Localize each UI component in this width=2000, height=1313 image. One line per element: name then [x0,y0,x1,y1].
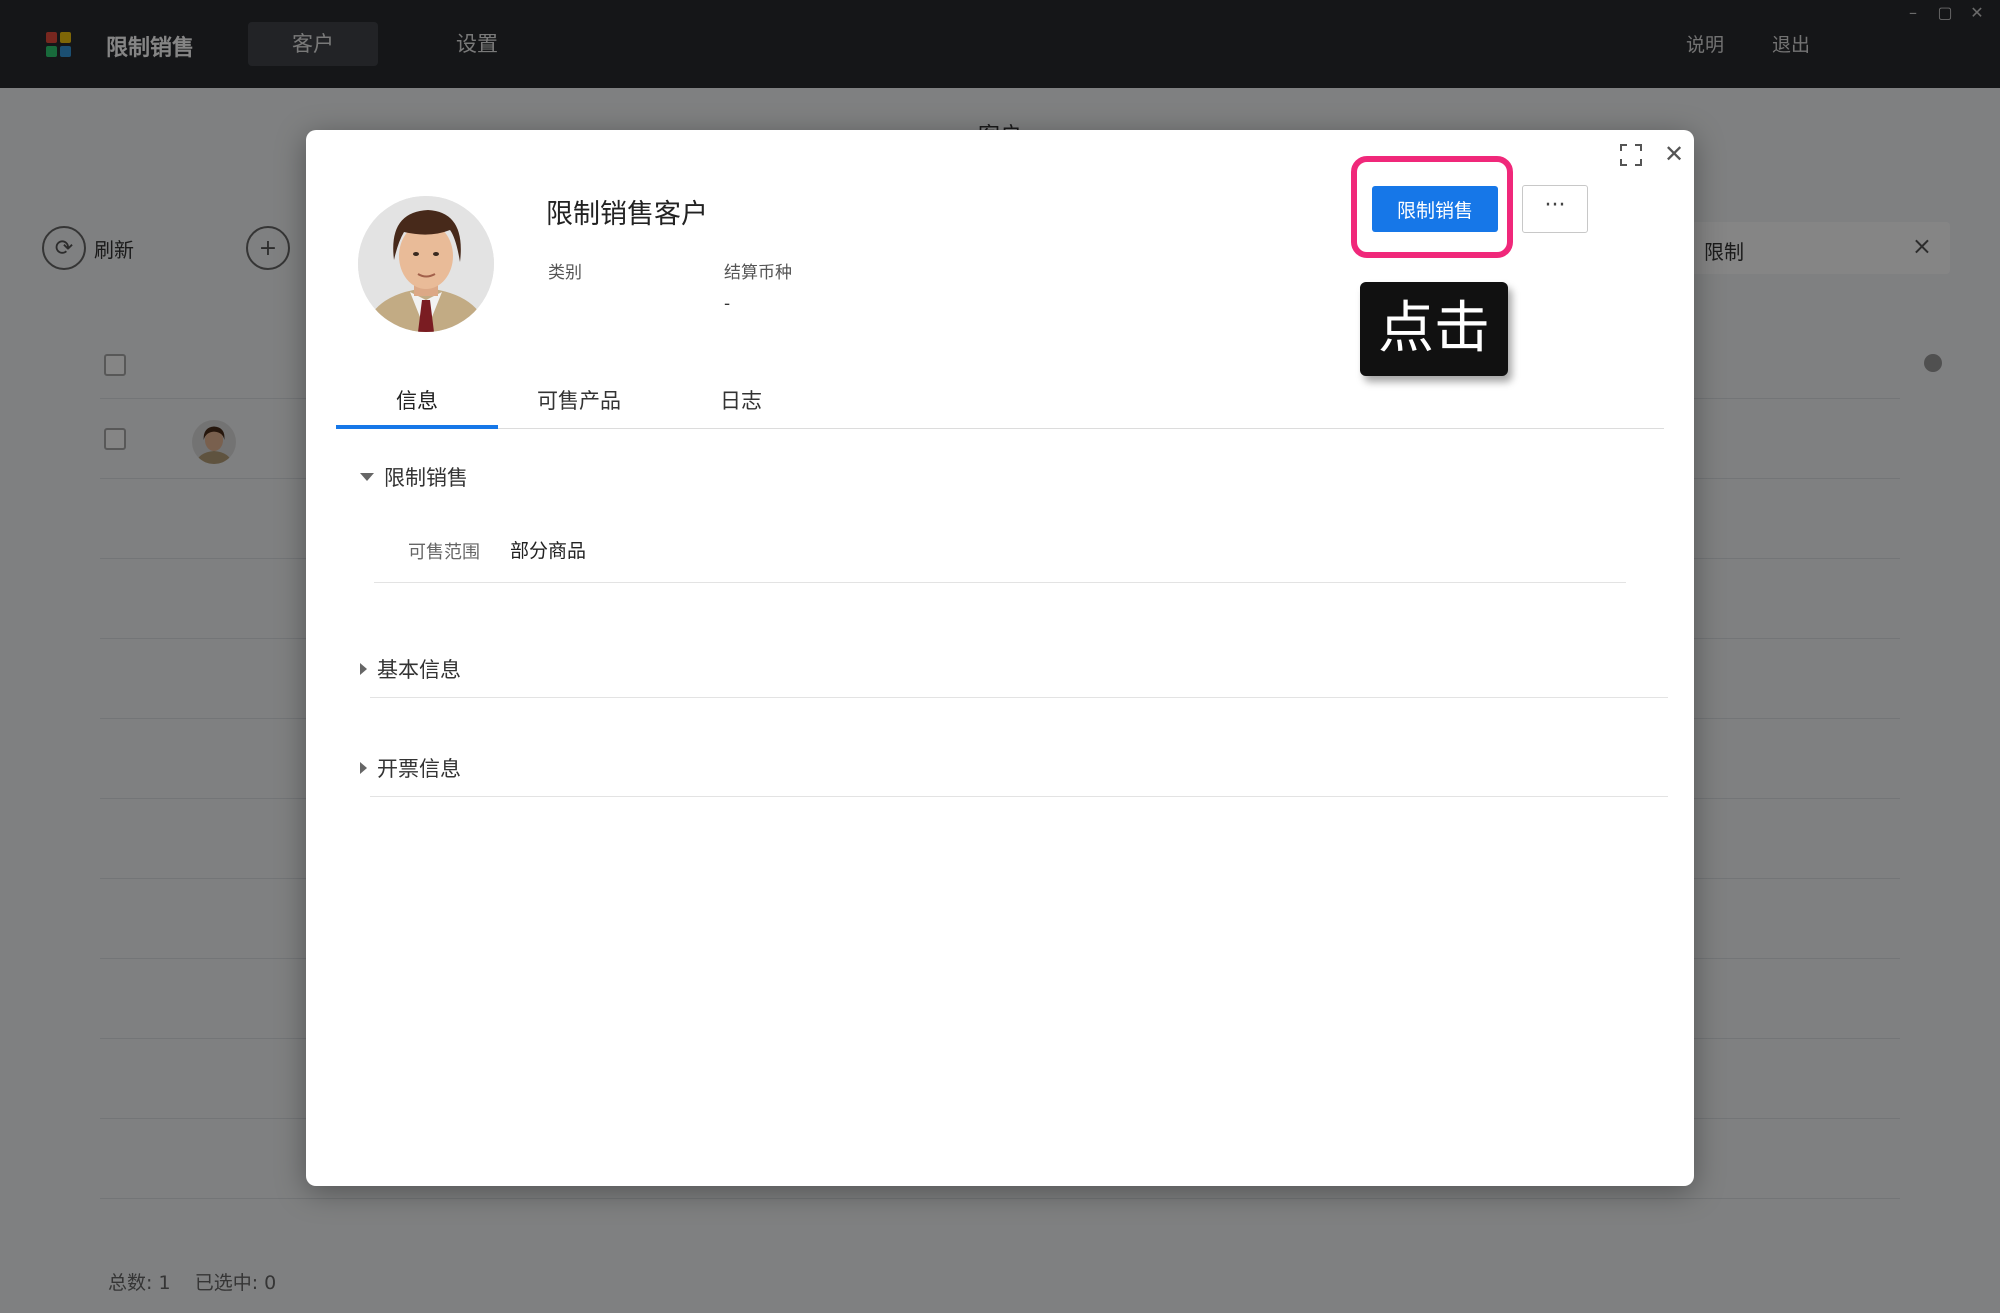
section-divider [370,697,1668,698]
more-actions-button[interactable]: ··· [1522,185,1588,233]
fullscreen-icon[interactable] [1618,142,1644,168]
section-divider [370,796,1668,797]
currency-value: - [724,294,731,314]
currency-label: 结算币种 [724,263,792,283]
section-invoice-info[interactable]: 开票信息 [360,753,461,783]
section-basic-info[interactable]: 基本信息 [360,654,461,684]
saleable-scope-label: 可售范围 [408,542,480,563]
saleable-scope-value: 部分商品 [510,540,587,562]
caret-down-icon [360,473,374,481]
section-title: 开票信息 [377,757,461,781]
detail-tabs: 信息 可售产品 日志 [336,376,1664,429]
caret-right-icon [360,762,367,774]
tab-saleable-products[interactable]: 可售产品 [498,376,660,428]
section-title: 基本信息 [377,658,461,682]
section-divider [374,582,1626,583]
active-tab-indicator [336,425,498,429]
tab-log[interactable]: 日志 [660,376,822,428]
close-icon[interactable]: ✕ [1660,140,1688,168]
section-title: 限制销售 [384,466,468,490]
customer-detail-modal: ✕ 限制销售客户 类别 结算币种 - 限制销售 ··· 点击 信息 可售产品 日… [306,130,1694,1186]
tab-info[interactable]: 信息 [336,376,498,428]
highlight-frame [1351,156,1513,258]
customer-name: 限制销售客户 [546,199,708,230]
click-tooltip: 点击 [1360,282,1508,376]
customer-avatar [358,196,494,332]
caret-right-icon [360,663,367,675]
section-restrict-sales[interactable]: 限制销售 [360,462,468,492]
category-label: 类别 [548,263,582,283]
